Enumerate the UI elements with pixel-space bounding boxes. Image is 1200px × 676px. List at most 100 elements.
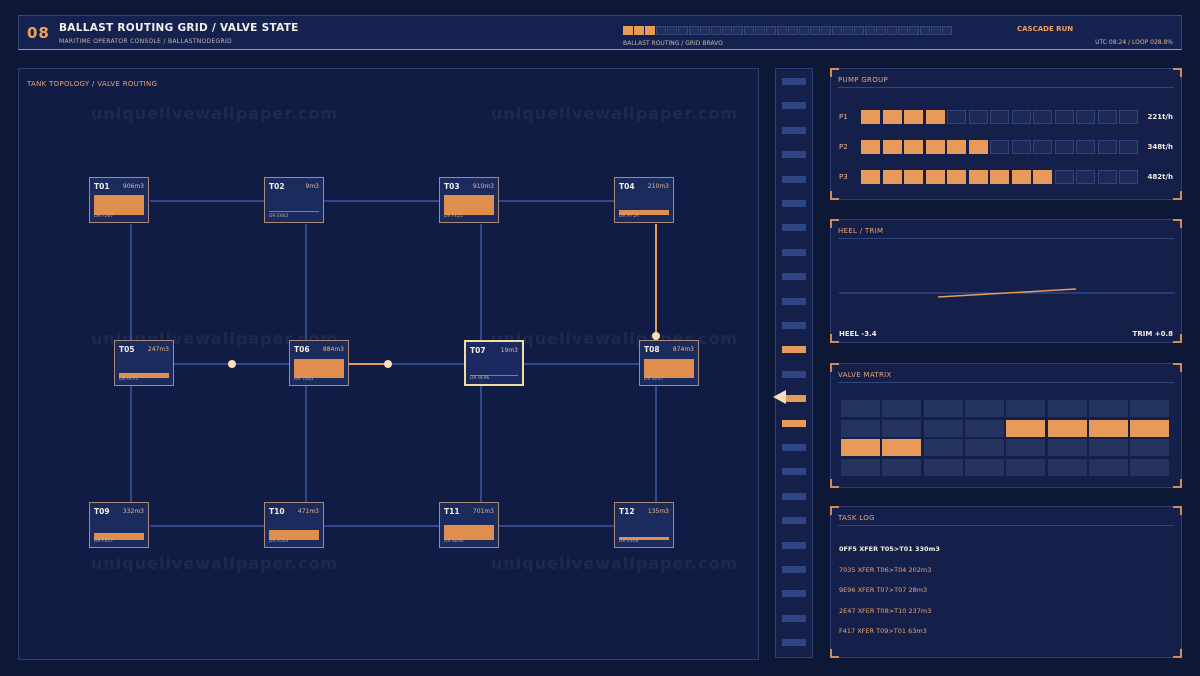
log-entry: 2E47 XFER T08>T10 237m3 [839, 606, 932, 615]
pump-level-cell [861, 110, 880, 124]
pump-level-cell [968, 140, 988, 154]
valve-cell[interactable] [1130, 400, 1170, 417]
progress-segment [788, 26, 798, 35]
pump-level-cell [990, 110, 1009, 124]
valve-cell[interactable] [923, 458, 963, 476]
valve-cell[interactable] [841, 400, 880, 417]
valve-cell[interactable] [1006, 458, 1046, 476]
valve-cell[interactable] [1047, 458, 1087, 476]
corner-bracket [830, 479, 839, 488]
valve-cell[interactable] [1047, 439, 1087, 456]
tank-id: T06 [294, 345, 310, 354]
level-bar [782, 78, 806, 85]
corner-bracket [1173, 334, 1182, 343]
level-bar [782, 224, 806, 232]
valve-cell[interactable] [1088, 439, 1128, 456]
tank-dr-code: DR 0108 [619, 539, 639, 544]
level-bar [782, 444, 806, 451]
tank-fill-level [444, 525, 494, 540]
valve-cell[interactable] [964, 458, 1004, 476]
valve-cell[interactable] [1130, 419, 1170, 437]
valve-cell[interactable] [1047, 400, 1087, 417]
corner-bracket [1173, 219, 1182, 228]
tank-id: T12 [619, 507, 635, 516]
tank-node[interactable]: T11 701m3 DR 4EA0 [439, 502, 499, 548]
trim-readout: TRIM +0.8 [1132, 330, 1173, 338]
valve-cell[interactable] [1006, 439, 1046, 456]
tank-dr-code: DR 2E47 [644, 377, 664, 382]
valve-cell[interactable] [1006, 419, 1046, 437]
valve-cell[interactable] [1130, 458, 1170, 476]
valve-cell[interactable] [882, 419, 922, 437]
tank-fill-level [94, 195, 144, 215]
valve-cell[interactable] [964, 419, 1004, 437]
level-bar [782, 370, 806, 378]
log-entry: F417 XFER T09>T01 63m3 [839, 627, 927, 636]
level-bar [782, 102, 806, 110]
tank-node[interactable]: T05 247m3 DR 0FF5 [114, 340, 174, 386]
tank-node[interactable]: T03 910m3 DR FE21 [439, 177, 499, 223]
level-bar [782, 151, 806, 159]
valve-cell[interactable] [882, 458, 922, 476]
tank-volume: 910m3 [472, 183, 494, 190]
pump-label: P1 [839, 113, 848, 121]
tank-node[interactable]: T01 906m3 DR F287 [89, 177, 149, 223]
level-bar [782, 175, 806, 183]
valve-cell[interactable] [923, 419, 963, 437]
tank-volume: 247m3 [147, 346, 169, 353]
progress-segment [876, 26, 886, 35]
valve-node [652, 332, 660, 340]
progress-segment [700, 26, 710, 35]
pump-level-cell [1076, 110, 1095, 124]
progress-segment [766, 26, 776, 35]
valve-cell[interactable] [923, 439, 963, 456]
progress-segment [667, 26, 677, 35]
tank-node[interactable]: T08 874m3 DR 2E47 [639, 340, 699, 386]
corner-bracket [1173, 191, 1182, 200]
progress-segment [799, 26, 809, 35]
valve-cell[interactable] [882, 439, 922, 456]
tank-node[interactable]: T04 210m3 DR 971A [614, 177, 674, 223]
tank-node[interactable]: T09 332m3 DR F417 [89, 502, 149, 548]
valve-cell[interactable] [1130, 439, 1170, 456]
valve-cell[interactable] [882, 400, 922, 417]
level-pointer-icon[interactable] [773, 390, 787, 404]
valve-cell[interactable] [1006, 400, 1046, 417]
level-bar [782, 297, 806, 305]
valve-cell[interactable] [923, 400, 963, 417]
corner-bracket [830, 649, 839, 658]
tank-node[interactable]: T06 884m3 DR 7035 [289, 340, 349, 386]
valve-cell[interactable] [841, 458, 880, 476]
level-strip[interactable] [773, 68, 813, 658]
pump-level-cell [861, 170, 880, 184]
tank-node[interactable]: T07 19m3 DR 9E96 [464, 340, 524, 386]
tank-volume: 701m3 [472, 508, 494, 515]
pump-level-cell [904, 110, 923, 124]
tank-node[interactable]: T10 471m3 DR 0504 [264, 502, 324, 548]
valve-cell[interactable] [964, 439, 1004, 456]
pump-label: P2 [839, 143, 848, 151]
tank-node[interactable]: T02 9m3 DR E662 [264, 177, 324, 223]
progress-segment [843, 26, 853, 35]
valve-cell[interactable] [1088, 400, 1128, 417]
pump-level-cell [1033, 170, 1052, 184]
pump-level-cell [1054, 140, 1074, 154]
tank-volume: 19m3 [500, 347, 518, 354]
valve-cell[interactable] [1088, 419, 1128, 437]
valve-cell[interactable] [964, 400, 1004, 417]
heel-readout: HEEL -3.4 [839, 330, 877, 338]
progress-segment [645, 26, 655, 35]
valve-cell[interactable] [841, 419, 880, 437]
progress-segment [865, 26, 875, 35]
valve-cell[interactable] [1088, 458, 1128, 476]
tank-volume: 884m3 [322, 346, 344, 353]
progress-segment [711, 26, 721, 35]
tank-node[interactable]: T12 135m3 DR 0108 [614, 502, 674, 548]
corner-bracket [1173, 479, 1182, 488]
page-title: BALLAST ROUTING GRID / VALVE STATE [59, 22, 299, 34]
valve-cell[interactable] [841, 439, 880, 456]
pump-level-cell [925, 110, 945, 124]
valve-cell[interactable] [1047, 419, 1087, 437]
pump-level-cell [1011, 110, 1031, 124]
level-bar [782, 419, 806, 427]
